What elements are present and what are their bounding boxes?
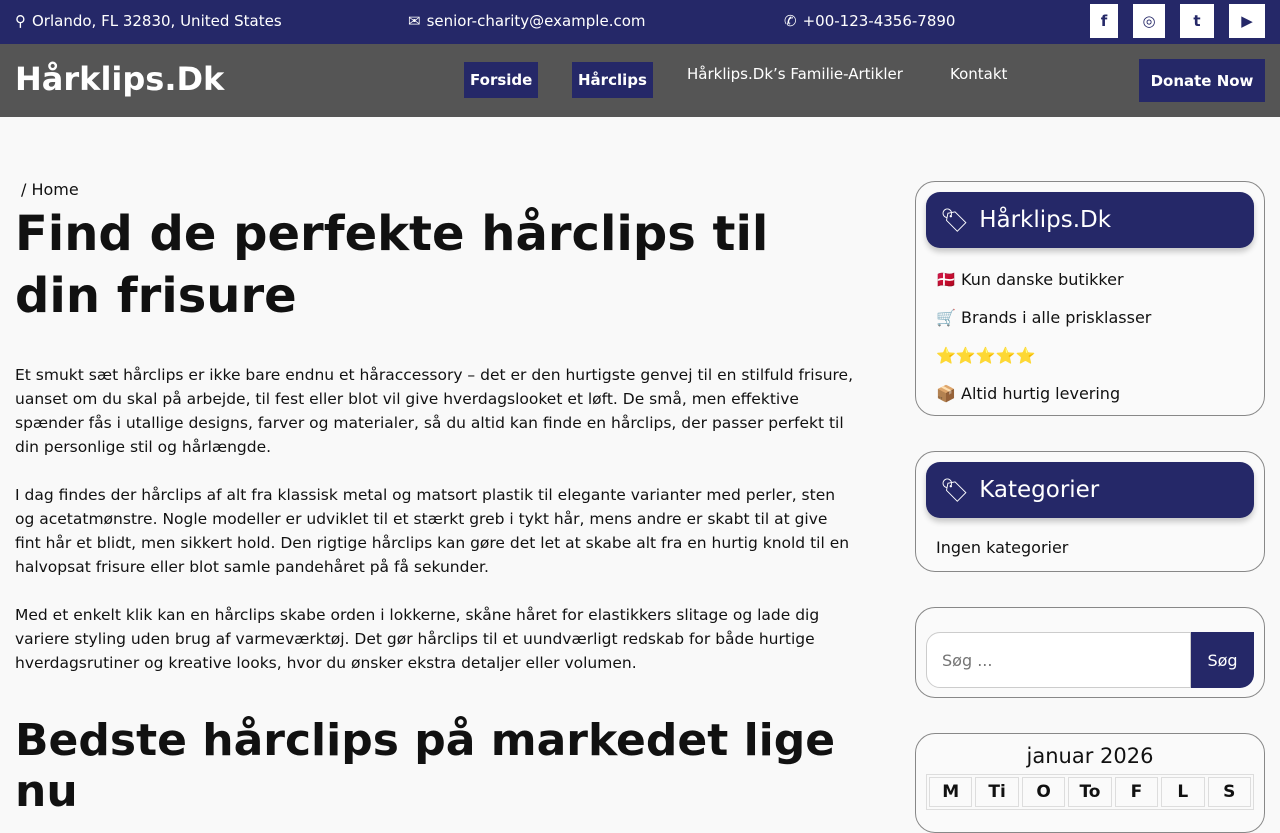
paragraph: Med et enkelt klik kan en hårclips skabe… <box>15 606 820 672</box>
tags-icon: 🏷 <box>940 477 970 504</box>
search-button[interactable]: Søg <box>1191 632 1254 688</box>
twitter-icon[interactable]: t <box>1180 4 1214 38</box>
brand-widget: 🏷 Hårklips.Dk 🇩🇰 Kun danske butikker 🛒 Br… <box>915 181 1265 416</box>
donate-button[interactable]: Donate Now <box>1139 59 1265 102</box>
breadcrumb-sep: / <box>21 180 27 199</box>
site-logo[interactable]: Hårklips.Dk <box>15 60 224 98</box>
phone-icon: ✆ <box>784 12 797 30</box>
address-text: Orlando, FL 32830, United States <box>32 12 282 30</box>
rating-stars: ⭐⭐⭐⭐⭐ <box>936 345 1036 365</box>
list-item: 🛒 Brands i alle prisklasser <box>936 307 1152 327</box>
list-item: 🇩🇰 Kun danske butikker <box>936 269 1124 289</box>
main-content: / Home Find de perfekte hårclips til din… <box>15 180 855 817</box>
instagram-icon[interactable]: ◎ <box>1133 4 1165 38</box>
breadcrumb: / Home <box>21 180 855 199</box>
weekday: S <box>1207 777 1251 807</box>
nav-familie-artikler[interactable]: Hårklips.Dk’s Familie-Artikler <box>681 56 909 92</box>
widget-title: Hårklips.Dk <box>979 207 1112 233</box>
weekday: L <box>1161 777 1205 807</box>
weekday: Ti <box>975 777 1019 807</box>
nav-harclips[interactable]: Hårclips <box>572 62 653 98</box>
weekday: M <box>929 777 973 807</box>
paragraph: Et smukt sæt hårclips er ikke bare endnu… <box>15 366 854 456</box>
widget-header: 🏷 Hårklips.Dk <box>926 192 1254 248</box>
phone[interactable]: ✆ +00-123-4356-7890 <box>784 12 955 30</box>
weekday: O <box>1021 777 1066 807</box>
nav-forside[interactable]: Forside <box>464 62 539 98</box>
facebook-icon[interactable]: f <box>1090 4 1118 38</box>
paragraph: I dag findes der hårclips af alt fra kla… <box>15 486 850 576</box>
weekday: F <box>1114 777 1159 807</box>
youtube-icon[interactable]: ▶ <box>1229 4 1265 38</box>
list-item: 📦 Altid hurtig levering <box>936 383 1121 403</box>
no-categories: Ingen kategorier <box>936 537 1069 557</box>
section-title: Bedste hårclips på markedet lige nu <box>15 715 836 817</box>
calendar-title: januar 2026 <box>1026 744 1154 768</box>
page-title: Find de perfekte hårclips til din frisur… <box>15 206 769 324</box>
widget-header: 🏷 Kategorier <box>926 462 1254 518</box>
search-input[interactable] <box>926 632 1191 688</box>
tags-icon: 🏷 <box>940 207 970 234</box>
weekday: To <box>1068 777 1112 807</box>
widget-title: Kategorier <box>979 477 1100 503</box>
breadcrumb-home[interactable]: Home <box>31 180 78 199</box>
categories-widget: 🏷 Kategorier Ingen kategorier <box>915 451 1265 572</box>
top-bar: ⚲ Orlando, FL 32830, United States ✉ senio… <box>0 0 1280 44</box>
main-nav: Hårklips.Dk Forside Hårclips Hårklips.Dk… <box>0 44 1280 117</box>
envelope-icon: ✉ <box>408 12 421 30</box>
phone-text[interactable]: +00-123-4356-7890 <box>803 12 956 30</box>
email-text[interactable]: senior-charity@example.com <box>427 12 646 30</box>
email[interactable]: ✉ senior-charity@example.com <box>408 12 646 30</box>
calendar-widget: januar 2026 M Ti O To F L S <box>915 733 1265 833</box>
address: ⚲ Orlando, FL 32830, United States <box>15 12 282 30</box>
search-widget: Søg <box>915 607 1265 698</box>
map-pin-icon: ⚲ <box>15 12 26 30</box>
nav-kontakt[interactable]: Kontakt <box>944 56 1013 92</box>
